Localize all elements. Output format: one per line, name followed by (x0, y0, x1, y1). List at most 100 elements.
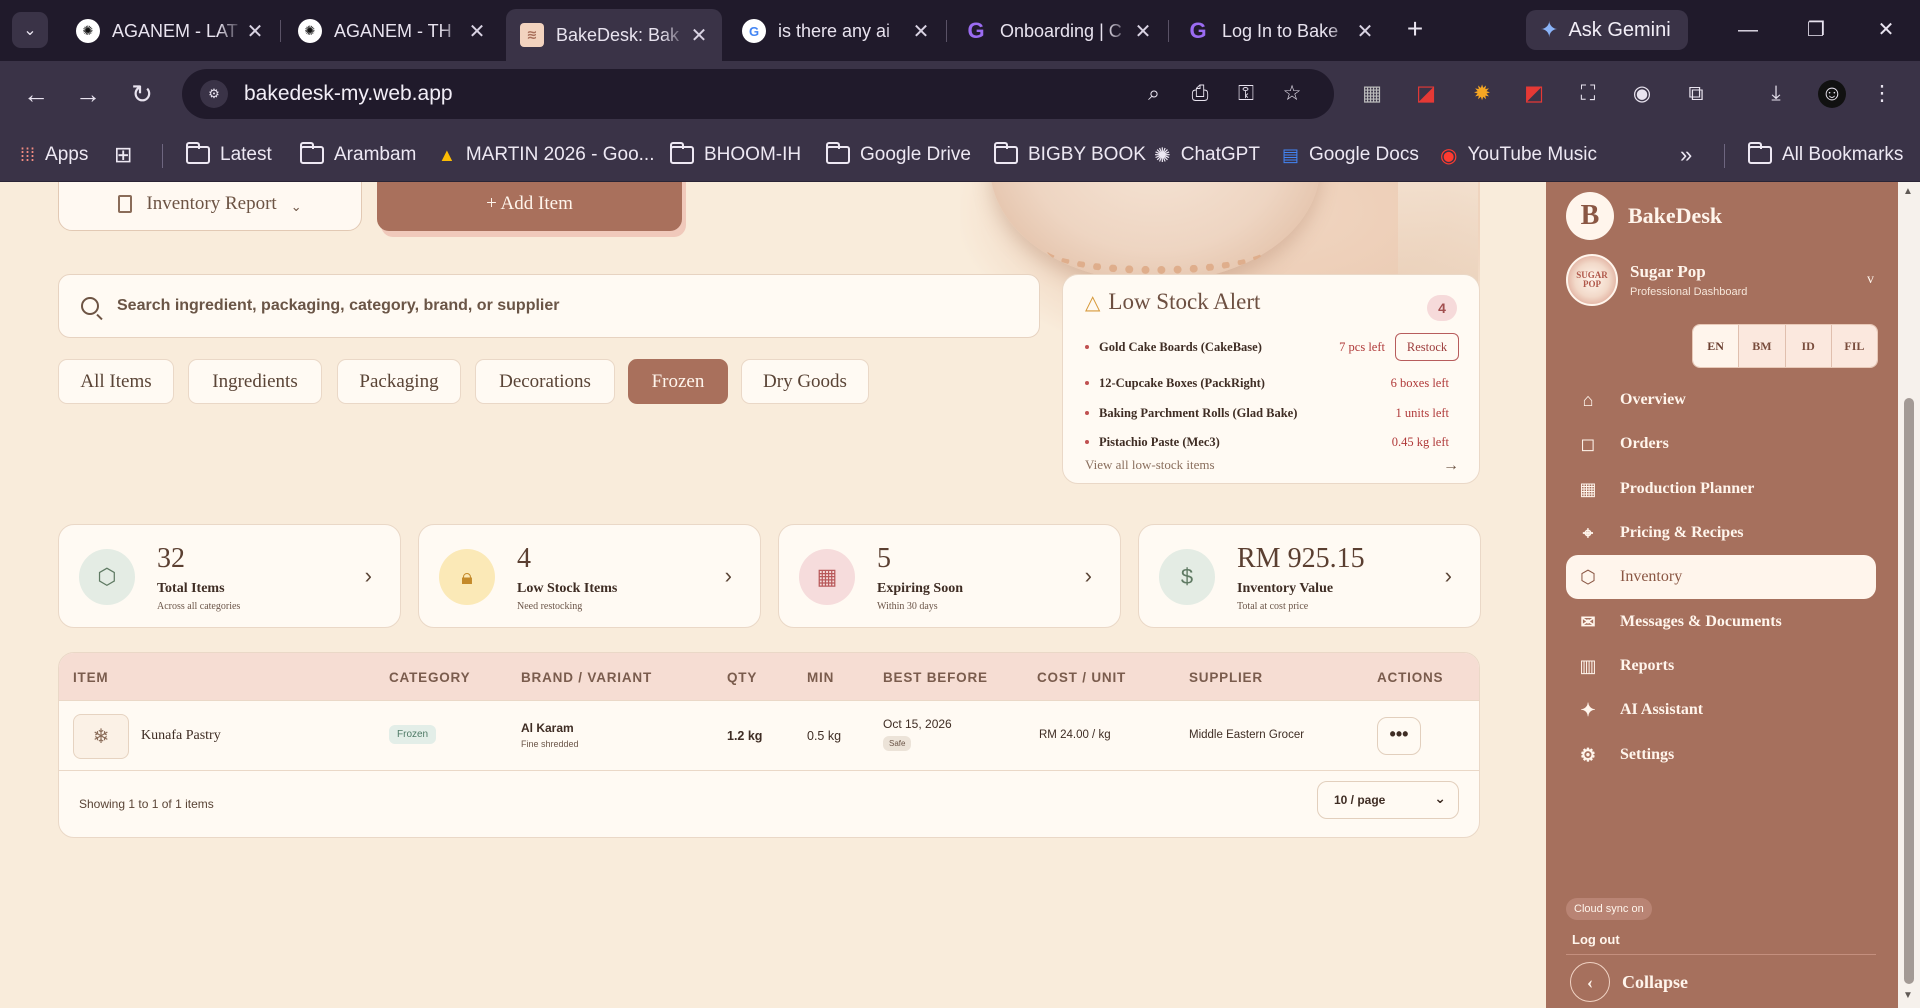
stat-card-expiring-soon[interactable]: ▦ 5 Expiring Soon Within 30 days › (778, 524, 1121, 628)
bookmark-youtube-music[interactable]: ◉ YouTube Music (1440, 141, 1597, 169)
filter-frozen[interactable]: Frozen (628, 359, 728, 404)
lang-en[interactable]: EN (1693, 325, 1739, 367)
extension-warning-icon[interactable]: ✹ (1468, 80, 1496, 108)
browser-tab-active[interactable]: ≋ BakeDesk: Bak ✕ (506, 9, 722, 61)
sidebar-item-orders[interactable]: ◻ Orders (1566, 422, 1876, 466)
minimize-button[interactable]: — (1728, 12, 1768, 48)
sidebar-item-production-planner[interactable]: ▦ Production Planner (1566, 467, 1876, 511)
column-header: COST / UNIT (1037, 670, 1127, 685)
install-app-icon[interactable]: ⎙ (1186, 80, 1214, 108)
puzzle-icon[interactable]: ⧉ (1682, 80, 1710, 108)
zoom-icon[interactable]: ⌕ (1140, 80, 1168, 108)
stat-card-total-items[interactable]: ⬡ 32 Total Items Across all categories › (58, 524, 401, 628)
lang-id[interactable]: ID (1784, 325, 1831, 367)
add-item-button[interactable]: + Add Item (377, 182, 682, 231)
filter-ingredients[interactable]: Ingredients (188, 359, 322, 404)
tag-icon: ⌖ (1582, 522, 1594, 543)
reload-button[interactable]: ↻ (124, 77, 160, 113)
browser-tab[interactable]: G is there any ai ✕ (728, 9, 944, 53)
search-input[interactable] (117, 297, 1017, 315)
filter-packaging[interactable]: Packaging (337, 359, 461, 404)
filter-all-items[interactable]: All Items (58, 359, 174, 404)
sidebar-item-overview[interactable]: ⌂ Overview (1566, 378, 1876, 422)
inventory-report-button[interactable]: Inventory Report ⌄ (58, 182, 362, 231)
browser-tab[interactable]: G Onboarding | C ✕ (950, 9, 1166, 53)
site-info-icon[interactable]: ⚙ (200, 80, 228, 108)
screenshot-icon[interactable]: ⛶ (1574, 80, 1602, 108)
row-actions-button[interactable]: ••• (1377, 717, 1421, 755)
close-icon[interactable]: ✕ (244, 19, 266, 44)
filter-decorations[interactable]: Decorations (475, 359, 615, 404)
restock-button[interactable]: Restock (1395, 333, 1459, 361)
filter-dry-goods[interactable]: Dry Goods (741, 359, 869, 404)
close-window-button[interactable]: ✕ (1866, 12, 1906, 48)
download-icon[interactable]: ⤓ (1762, 80, 1790, 108)
extension-icon[interactable]: ◪ (1412, 80, 1440, 108)
sidebar-item-ai-assistant[interactable]: ✦ AI Assistant (1566, 688, 1876, 732)
bookmark-latest[interactable]: Latest (186, 141, 272, 169)
browser-tab[interactable]: ✺ AGANEM - LAT ✕ (62, 9, 278, 53)
more-menu-icon[interactable]: ⋮ (1868, 80, 1896, 108)
avatar[interactable]: ☺ (1818, 80, 1846, 108)
bookmark-google-docs[interactable]: ▤ Google Docs (1282, 141, 1419, 169)
scroll-down-icon[interactable]: ▼ (1903, 990, 1913, 1001)
sidebar-item-messages-documents[interactable]: ✉ Messages & Documents (1566, 600, 1876, 644)
best-before-date: Oct 15, 2026 (883, 717, 952, 731)
more-bookmarks-button[interactable]: » (1680, 141, 1692, 169)
filter-label: Ingredients (212, 370, 298, 392)
tab-search-button[interactable]: ⌄ (12, 12, 48, 48)
bookmark-bhoom[interactable]: BHOOM-IH (670, 141, 801, 169)
logout-link[interactable]: Log out (1572, 932, 1620, 947)
star-icon[interactable]: ☆ (1278, 80, 1306, 108)
lang-bm[interactable]: BM (1738, 325, 1785, 367)
collapse-sidebar-button[interactable]: ‹ Collapse (1570, 962, 1688, 1002)
address-bar[interactable]: ⚙ bakedesk-my.web.app ⌕ ⎙ ⚿ ☆ (182, 69, 1334, 119)
scroll-up-icon[interactable]: ▲ (1903, 186, 1913, 197)
key-icon[interactable]: ⚿ (1232, 80, 1260, 108)
close-icon[interactable]: ✕ (910, 19, 932, 44)
bookmark-martin[interactable]: ▲ MARTIN 2026 - Goo... (438, 141, 655, 169)
close-icon[interactable]: ✕ (688, 23, 710, 48)
sidebar-item-pricing-recipes[interactable]: ⌖ Pricing & Recipes (1566, 511, 1876, 555)
bookmark-google-drive[interactable]: Google Drive (826, 141, 971, 169)
forward-button[interactable]: → (70, 77, 106, 113)
close-icon[interactable]: ✕ (466, 19, 488, 44)
all-bookmarks[interactable]: All Bookmarks (1748, 141, 1903, 169)
close-icon[interactable]: ✕ (1354, 19, 1376, 44)
bookmark-label: Google Drive (860, 144, 971, 165)
bookmark-apps[interactable]: ⁞⁞⁞ Apps (20, 141, 88, 169)
bookmark-chatgpt[interactable]: ✺ ChatGPT (1154, 141, 1260, 169)
browser-tab[interactable]: ✺ AGANEM - TH ✕ (284, 9, 500, 53)
stat-card-low-stock[interactable]: 🔒︎ 4 Low Stock Items Need restocking › (418, 524, 761, 628)
back-button[interactable]: ← (18, 77, 54, 113)
sidebar-item-reports[interactable]: ▥ Reports (1566, 644, 1876, 688)
sidebar-item-label: Messages & Documents (1620, 613, 1782, 630)
bookmark-arambam[interactable]: Arambam (300, 141, 416, 169)
browser-tab[interactable]: G Log In to Bake ✕ (1172, 9, 1388, 53)
lang-fil[interactable]: FIL (1830, 325, 1877, 367)
bookmark-bigby[interactable]: BIGBY BOOK (994, 141, 1146, 169)
sidebar-item-settings[interactable]: ⚙ Settings (1566, 733, 1876, 777)
stat-card-inventory-value[interactable]: $ RM 925.15 Inventory Value Total at cos… (1138, 524, 1481, 628)
column-header: BEST BEFORE (883, 670, 988, 685)
brand-logo: B (1566, 192, 1614, 240)
column-header: SUPPLIER (1189, 670, 1263, 685)
close-icon[interactable]: ✕ (1132, 19, 1154, 44)
extension-icon[interactable]: ▦ (1358, 80, 1386, 108)
profile-switcher[interactable]: SUGAR POP Sugar Pop Professional Dashboar… (1566, 254, 1876, 306)
sidebar-item-inventory[interactable]: ⬡ Inventory (1566, 555, 1876, 599)
scrollbar-thumb[interactable] (1904, 398, 1914, 984)
view-all-low-stock-link[interactable]: View all low-stock items → (1085, 457, 1459, 475)
ask-gemini-button[interactable]: ✦ Ask Gemini (1526, 10, 1688, 50)
filter-label: Decorations (499, 370, 591, 392)
page-scrollbar[interactable]: ▲ ▼ (1898, 182, 1920, 1008)
extension-icon[interactable]: ◉ (1628, 80, 1656, 108)
page-size-select[interactable]: 10 / page ⌄ (1317, 781, 1459, 819)
restore-button[interactable]: ❐ (1796, 12, 1836, 48)
tab-groups-button[interactable]: ⊞ (114, 141, 132, 169)
table-row[interactable]: ❄ Kunafa Pastry Frozen Al Karam Fine shr… (59, 701, 1479, 771)
sidebar-item-label: Pricing & Recipes (1620, 524, 1744, 541)
extension-icon[interactable]: ◩ (1520, 80, 1548, 108)
brand[interactable]: B BakeDesk (1566, 192, 1722, 240)
new-tab-button[interactable]: + (1398, 13, 1432, 47)
